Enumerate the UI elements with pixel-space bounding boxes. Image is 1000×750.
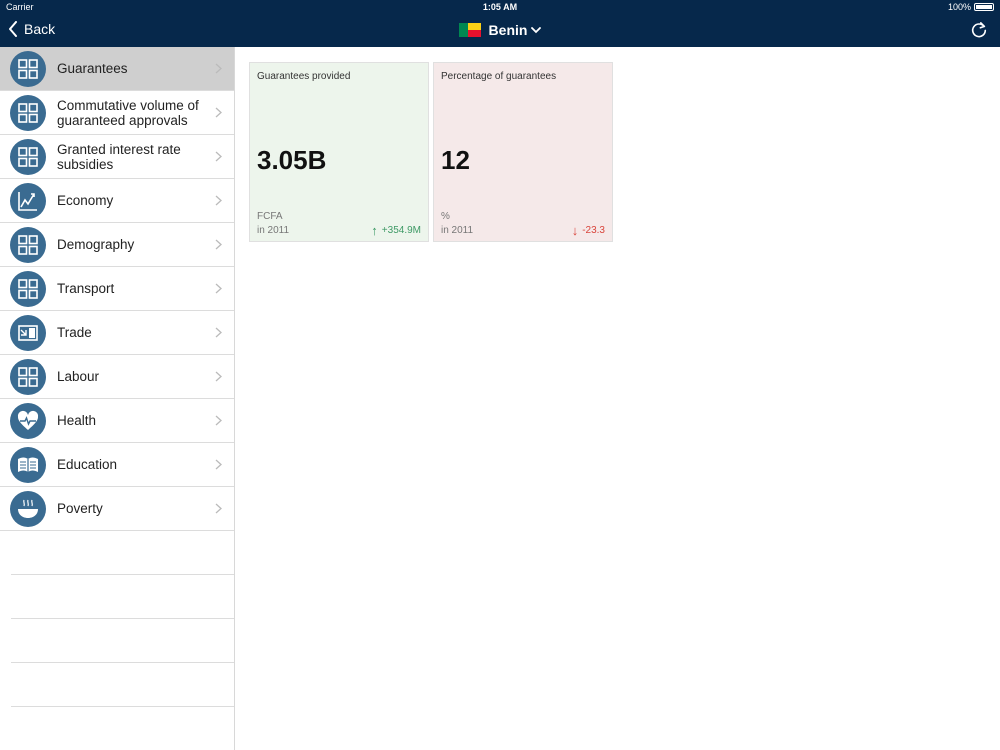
- sidebar-item-granted-interest-rate-subsidies[interactable]: Granted interest rate subsidies: [0, 135, 234, 179]
- chevron-right-icon: [215, 63, 222, 74]
- card-delta: ↓ -23.3: [572, 223, 605, 238]
- chevron-right-icon: [215, 195, 222, 206]
- book-icon: [10, 446, 46, 483]
- sidebar-item-health[interactable]: Health: [0, 399, 234, 443]
- arrow-up-icon: ↑: [371, 223, 378, 238]
- card-title: Guarantees provided: [257, 71, 351, 82]
- grid-icon: [10, 226, 46, 263]
- sidebar-item-economy[interactable]: Economy: [0, 179, 234, 223]
- battery-percent: 100%: [947, 2, 971, 12]
- arrow-down-icon: ↓: [571, 223, 579, 238]
- card-unit: %: [441, 211, 450, 222]
- grid-icon: [10, 138, 46, 175]
- chevron-right-icon: [215, 503, 222, 514]
- chart-icon: [10, 182, 46, 219]
- sidebar-item-guarantees[interactable]: Guarantees: [0, 47, 234, 91]
- sidebar-item-label: Demography: [57, 237, 135, 252]
- bowl-icon: [10, 490, 46, 527]
- sidebar-item-label: Economy: [57, 193, 114, 208]
- guarantees-provided-card[interactable]: Guarantees provided 3.05B FCFA in 2011 ↑…: [249, 62, 429, 242]
- empty-list-row: [11, 531, 234, 575]
- battery-indicator: 100%: [948, 2, 994, 12]
- country-selector[interactable]: Benin: [0, 22, 1000, 38]
- clock: 1:05 AM: [482, 2, 518, 12]
- nav-row: Back Benin: [0, 14, 1000, 47]
- card-unit: FCFA: [257, 211, 283, 222]
- sidebar-item-labour[interactable]: Labour: [0, 355, 234, 399]
- sidebar-item-poverty[interactable]: Poverty: [0, 487, 234, 531]
- status-bar: Carrier 1:05 AM 100%: [0, 0, 1000, 14]
- sidebar-item-education[interactable]: Education: [0, 443, 234, 487]
- refresh-icon[interactable]: [970, 21, 988, 39]
- chevron-right-icon: [215, 371, 222, 382]
- sidebar-item-label: Transport: [57, 281, 115, 296]
- empty-list-row: [11, 663, 234, 707]
- chevron-right-icon: [215, 107, 222, 118]
- sidebar-item-label: Guarantees: [57, 61, 128, 76]
- sidebar-item-label: Commutative volume of guaranteed approva…: [57, 97, 199, 128]
- sidebar-item-label: Granted interest rate subsidies: [57, 141, 181, 172]
- card-delta-value: -23.3: [582, 225, 605, 236]
- sidebar-item-label: Health: [57, 413, 97, 428]
- chevron-right-icon: [215, 239, 222, 250]
- sidebar-item-trade[interactable]: Trade: [0, 311, 234, 355]
- sidebar-item-label: Labour: [57, 369, 100, 384]
- card-value: 12: [441, 145, 470, 175]
- sidebar: Guarantees Commutative volume of guarante…: [0, 47, 235, 750]
- sidebar-item-label: Poverty: [57, 501, 103, 516]
- heart-icon: [10, 402, 46, 439]
- chevron-right-icon: [215, 415, 222, 426]
- chevron-right-icon: [215, 283, 222, 294]
- card-delta-value: +354.9M: [381, 225, 421, 236]
- country-title: Benin: [488, 22, 528, 38]
- grid-icon: [10, 94, 46, 131]
- top-bar: Carrier 1:05 AM 100% Back Benin: [0, 0, 1000, 47]
- grid-icon: [10, 358, 46, 395]
- card-delta: ↑ +354.9M: [371, 223, 421, 238]
- chevron-down-icon: [531, 26, 542, 33]
- battery-icon: [974, 3, 994, 11]
- percentage-of-guarantees-card[interactable]: Percentage of guarantees 12 % in 2011 ↓ …: [433, 62, 613, 242]
- chevron-right-icon: [215, 459, 222, 470]
- grid-icon: [10, 270, 46, 307]
- empty-list-row: [11, 575, 234, 619]
- card-value: 3.05B: [257, 145, 327, 175]
- sidebar-item-commutative-volume-of-guaranteed-approvals[interactable]: Commutative volume of guaranteed approva…: [0, 91, 234, 135]
- empty-list-row: [11, 619, 234, 663]
- chevron-right-icon: [215, 151, 222, 162]
- empty-list-row: [11, 707, 234, 750]
- trade-icon: [10, 314, 46, 351]
- sidebar-item-label: Education: [57, 457, 118, 472]
- sidebar-item-demography[interactable]: Demography: [0, 223, 234, 267]
- card-year: in 2011: [257, 225, 290, 236]
- chevron-right-icon: [215, 327, 222, 338]
- sidebar-item-transport[interactable]: Transport: [0, 267, 234, 311]
- sidebar-item-label: Trade: [57, 325, 92, 340]
- card-title: Percentage of guarantees: [441, 71, 557, 82]
- grid-icon: [10, 50, 46, 87]
- flag-icon: [458, 23, 481, 37]
- card-year: in 2011: [441, 225, 474, 236]
